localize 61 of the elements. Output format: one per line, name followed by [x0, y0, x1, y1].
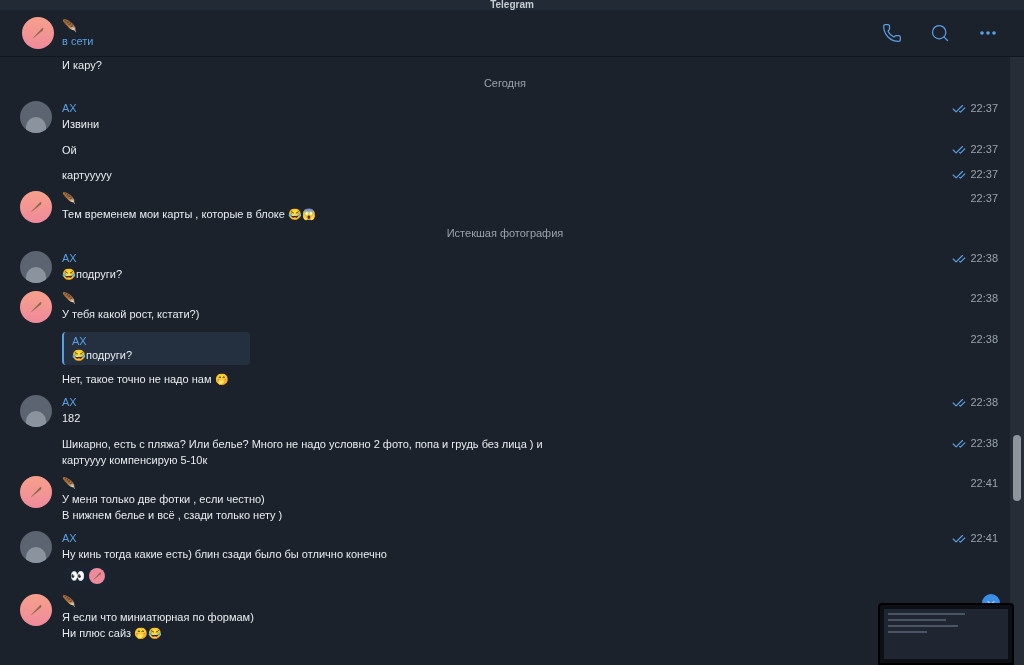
sender-name[interactable]: 🪶 — [62, 191, 76, 206]
message-time: 22:41 — [970, 476, 998, 491]
avatar[interactable] — [20, 291, 52, 323]
message-text: У тебя какой рост, кстати?) — [62, 307, 200, 322]
reply-text: 😂подруги? — [72, 348, 133, 363]
phone-icon — [882, 23, 902, 43]
message-text: Ну кинь тогда какие есть) блин сзади было бы отлично конечно — [62, 547, 387, 562]
message-time: 22:37 — [970, 101, 998, 116]
service-label: Сегодня — [483, 76, 527, 91]
message-text: Ой — [62, 143, 77, 158]
avatar[interactable] — [20, 531, 52, 563]
scrollbar-thumb[interactable] — [1013, 435, 1021, 501]
sender-name[interactable]: 🪶 — [62, 594, 76, 609]
message-text: Я если что миниатюрная по формам) Ни плюс сайз 🤭😂 — [62, 610, 254, 641]
message-text: 😂подруги? — [62, 267, 123, 282]
message-text: Тем временем мои карты , которые в блоке 😂😱 — [62, 207, 316, 222]
chat-status: в сети — [62, 33, 94, 48]
feather-icon — [28, 602, 44, 618]
message-time: 22:41 — [970, 531, 998, 546]
message-time: 22:37 — [970, 142, 998, 157]
sender-name[interactable]: AX — [62, 395, 77, 410]
search-icon — [930, 23, 950, 43]
sender-name[interactable]: 🪶 — [62, 476, 76, 491]
feather-icon — [91, 570, 103, 582]
message-time: 22:37 — [970, 191, 998, 206]
message-time: 22:38 — [970, 332, 998, 347]
message-text: Шикарно, есть с пляжа? Или белье? Много не надо условно 2 фото, попа и грудь без лица ) и картуууу компенсирую 5-10к — [62, 437, 543, 468]
sender-name[interactable]: AX — [62, 101, 77, 116]
chat-name: 🪶 — [62, 18, 77, 34]
avatar[interactable] — [20, 251, 52, 283]
avatar[interactable] — [20, 101, 52, 133]
sender-name[interactable]: AX — [62, 251, 77, 266]
reply-author: AX — [72, 334, 87, 348]
message-text: 182 — [62, 411, 81, 426]
feather-icon — [28, 199, 44, 215]
message-time: 22:38 — [970, 436, 998, 451]
screenshot-preview-toast[interactable] — [878, 603, 1014, 665]
avatar[interactable] — [20, 395, 52, 427]
message-text: И кару? — [62, 58, 102, 73]
reaction-emoji: 👀 — [70, 568, 85, 584]
message-text: Извини — [62, 117, 100, 132]
service-label: Истекшая фотография — [446, 226, 564, 241]
window-title: Telegram — [490, 0, 534, 10]
reply-quote[interactable]: AX 😂подруги? — [62, 332, 250, 365]
message-text: Нет, такое точно не надо нам 🤭 — [62, 372, 229, 387]
message-text: картууууу — [62, 168, 112, 183]
message-time: 22:38 — [970, 291, 998, 306]
message-time: 22:38 — [970, 251, 998, 266]
more-icon — [980, 31, 996, 35]
message-text: У меня только две фотки , если честно) В нижнем белье и всё , сзади только нету ) — [62, 492, 283, 523]
feather-icon — [30, 25, 46, 41]
avatar[interactable] — [20, 191, 52, 223]
avatar[interactable] — [20, 476, 52, 508]
feather-icon — [28, 484, 44, 500]
avatar[interactable] — [20, 594, 52, 626]
sender-name[interactable]: 🪶 — [62, 291, 76, 306]
message-time: 22:37 — [970, 167, 998, 182]
chat-avatar[interactable] — [22, 17, 54, 49]
feather-icon — [28, 299, 44, 315]
message-time: 22:38 — [970, 395, 998, 410]
sender-name[interactable]: AX — [62, 531, 77, 546]
